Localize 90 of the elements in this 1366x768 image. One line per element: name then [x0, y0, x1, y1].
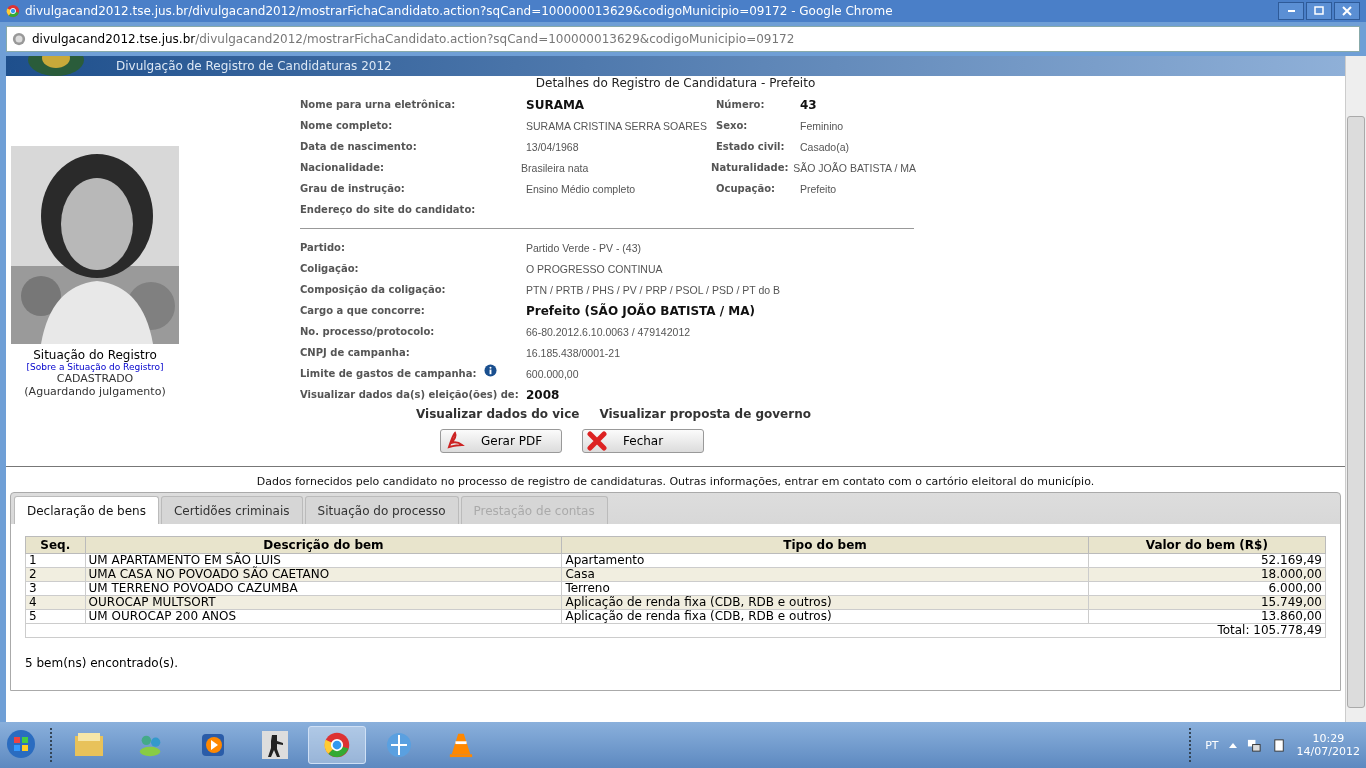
field-label: Limite de gastos de campanha: [300, 368, 477, 379]
table-cell: UM TERRENO POVOADO CAZUMBA [85, 581, 562, 596]
field-label: Estado civil: [716, 141, 786, 152]
network-icon[interactable] [1246, 737, 1262, 753]
field-value: 66-80.2012.6.10.0063 / 479142012 [526, 324, 691, 339]
table-cell: 1 [25, 553, 86, 568]
page-title: Detalhes do Registro de Candidatura - Prefeito [534, 76, 817, 92]
field-label: Grau de instrução: [300, 183, 406, 194]
field-label: Composição da coligação: [300, 284, 446, 295]
field-label: Visualizar dados da(s) eleição(ões) de: [300, 389, 519, 400]
soldier-icon [262, 731, 288, 759]
table-cell: UM OUROCAP 200 ANOS [85, 609, 562, 624]
field-label: Número: [716, 99, 766, 110]
info-icon[interactable] [484, 364, 498, 377]
status-text: CADASTRADO [56, 372, 134, 385]
table-cell: 52.169,49 [1088, 553, 1326, 568]
field-label: Cargo a que concorre: [300, 305, 425, 316]
field-label: No. processo/protocolo: [300, 326, 435, 337]
field-value: 600.000,00 [526, 366, 579, 381]
close-icon [1342, 6, 1352, 16]
total-cell: Total: 105.778,49 [25, 623, 1326, 638]
field-value: 2008 [526, 387, 560, 402]
field-value: 43 [800, 97, 817, 112]
tab[interactable]: Certidões criminais [161, 496, 303, 524]
table-cell: Terreno [561, 581, 1089, 596]
scrollbar[interactable] [1345, 56, 1366, 722]
field-value: PTN / PRTB / PHS / PV / PRP / PSOL / PSD / PT do B [526, 282, 781, 297]
field-value: SÃO JOÃO BATISTA / MA [793, 160, 916, 175]
generate-pdf-button[interactable]: Gerar PDF [440, 429, 562, 453]
table-cell: Aplicação de renda fixa (CDB, RDB e outros) [561, 609, 1089, 624]
status-info-link[interactable]: [Sobre a Situação do Registro] [26, 362, 164, 372]
tab[interactable]: Declaração de bens [14, 496, 159, 524]
field-value: Prefeito (SÃO JOÃO BATISTA / MA) [526, 303, 756, 318]
field-label: Data de nascimento: [300, 141, 418, 152]
close-button[interactable] [1334, 2, 1360, 20]
field-value: 16.185.438/0001-21 [526, 345, 620, 360]
maximize-button[interactable] [1306, 2, 1332, 20]
emblem-icon [26, 56, 86, 76]
clock-time: 10:29 [1312, 732, 1345, 745]
field-value: SURAMA [526, 97, 585, 112]
banner-title: Divulgação de Registro de Candidaturas 2012 [116, 59, 392, 73]
field-value: O PROGRESSO CONTINUA [526, 261, 663, 276]
table-cell: 3 [25, 581, 86, 596]
table-cell: 6.000,00 [1088, 581, 1326, 596]
minimize-button[interactable] [1278, 2, 1304, 20]
field-label: Naturalidade: [711, 162, 790, 173]
close-page-button[interactable]: Fechar [582, 429, 704, 453]
field-label: Endereço do site do candidato: [300, 204, 477, 215]
field-label: Nome completo: [300, 120, 394, 131]
window-title: divulgacand2012.tse.jus.br/divulgacand2012/mostrarFichaCandidato.action?sqCand=100000013629&codigoMunicipio=09172 - Google Chrome [25, 4, 894, 18]
chrome-icon [323, 731, 351, 759]
field-value: Prefeito [800, 181, 837, 196]
play-icon [200, 732, 226, 758]
result-count: 5 bem(ns) encontrado(s). [25, 656, 180, 670]
minimize-icon [1287, 10, 1295, 12]
field-label: CNPJ de campanha: [300, 347, 410, 358]
tab[interactable]: Situação do processo [304, 496, 459, 524]
field-value: Brasileira nata [521, 161, 589, 174]
field-value: Casado(a) [800, 139, 850, 154]
field-value: Partido Verde - PV - (43) [526, 240, 641, 255]
folder-icon [74, 732, 104, 758]
status-heading: Situação do Registro [33, 348, 157, 362]
field-label: Nacionalidade: [300, 162, 385, 173]
caret-icon[interactable] [1228, 742, 1237, 748]
column-header: Seq. [25, 536, 86, 554]
status-note: (Aguardando julgamento) [24, 385, 166, 398]
field-value: SURAMA CRISTINA SERRA SOARES [526, 119, 707, 132]
field-label: Partido: [300, 242, 345, 253]
maximize-icon [1314, 6, 1324, 16]
field-label: Nome para urna eletrônica: [300, 99, 457, 110]
address-field[interactable]: divulgacand2012.tse.jus.br/divulgacand2012/mostrarFichaCandidato.action?sqCand=100000013629&codigoMunicipio=09172 [6, 26, 1360, 52]
field-value: Ensino Médio completo [526, 182, 636, 195]
close-icon [587, 431, 607, 451]
field-value: 13/04/1968 [526, 140, 579, 153]
field-label: Coligação: [300, 263, 359, 274]
column-header: Valor do bem (R$) [1088, 536, 1326, 554]
disclaimer-text: Dados fornecidos pelo candidato no processo de registro de candidaturas. Outras informações, entrar em contato com o cartório eleitoral do município. [255, 474, 1096, 490]
table-cell: 5 [25, 609, 86, 624]
field-value: Feminino [800, 118, 844, 133]
view-link[interactable]: Visualizar proposta de governo [599, 407, 811, 421]
pdf-icon [445, 431, 465, 451]
field-label: Sexo: [716, 120, 749, 131]
table-cell: 13.860,00 [1088, 609, 1326, 624]
view-link[interactable]: Visualizar dados do vice [416, 407, 580, 421]
traffic-cone-icon [448, 731, 474, 759]
clock-date: 14/07/2012 [1296, 745, 1360, 758]
table-cell: Apartamento [561, 553, 1089, 568]
chrome-icon [6, 4, 20, 18]
field-label: Ocupação: [716, 183, 776, 194]
column-header: Tipo do bem [561, 536, 1089, 554]
